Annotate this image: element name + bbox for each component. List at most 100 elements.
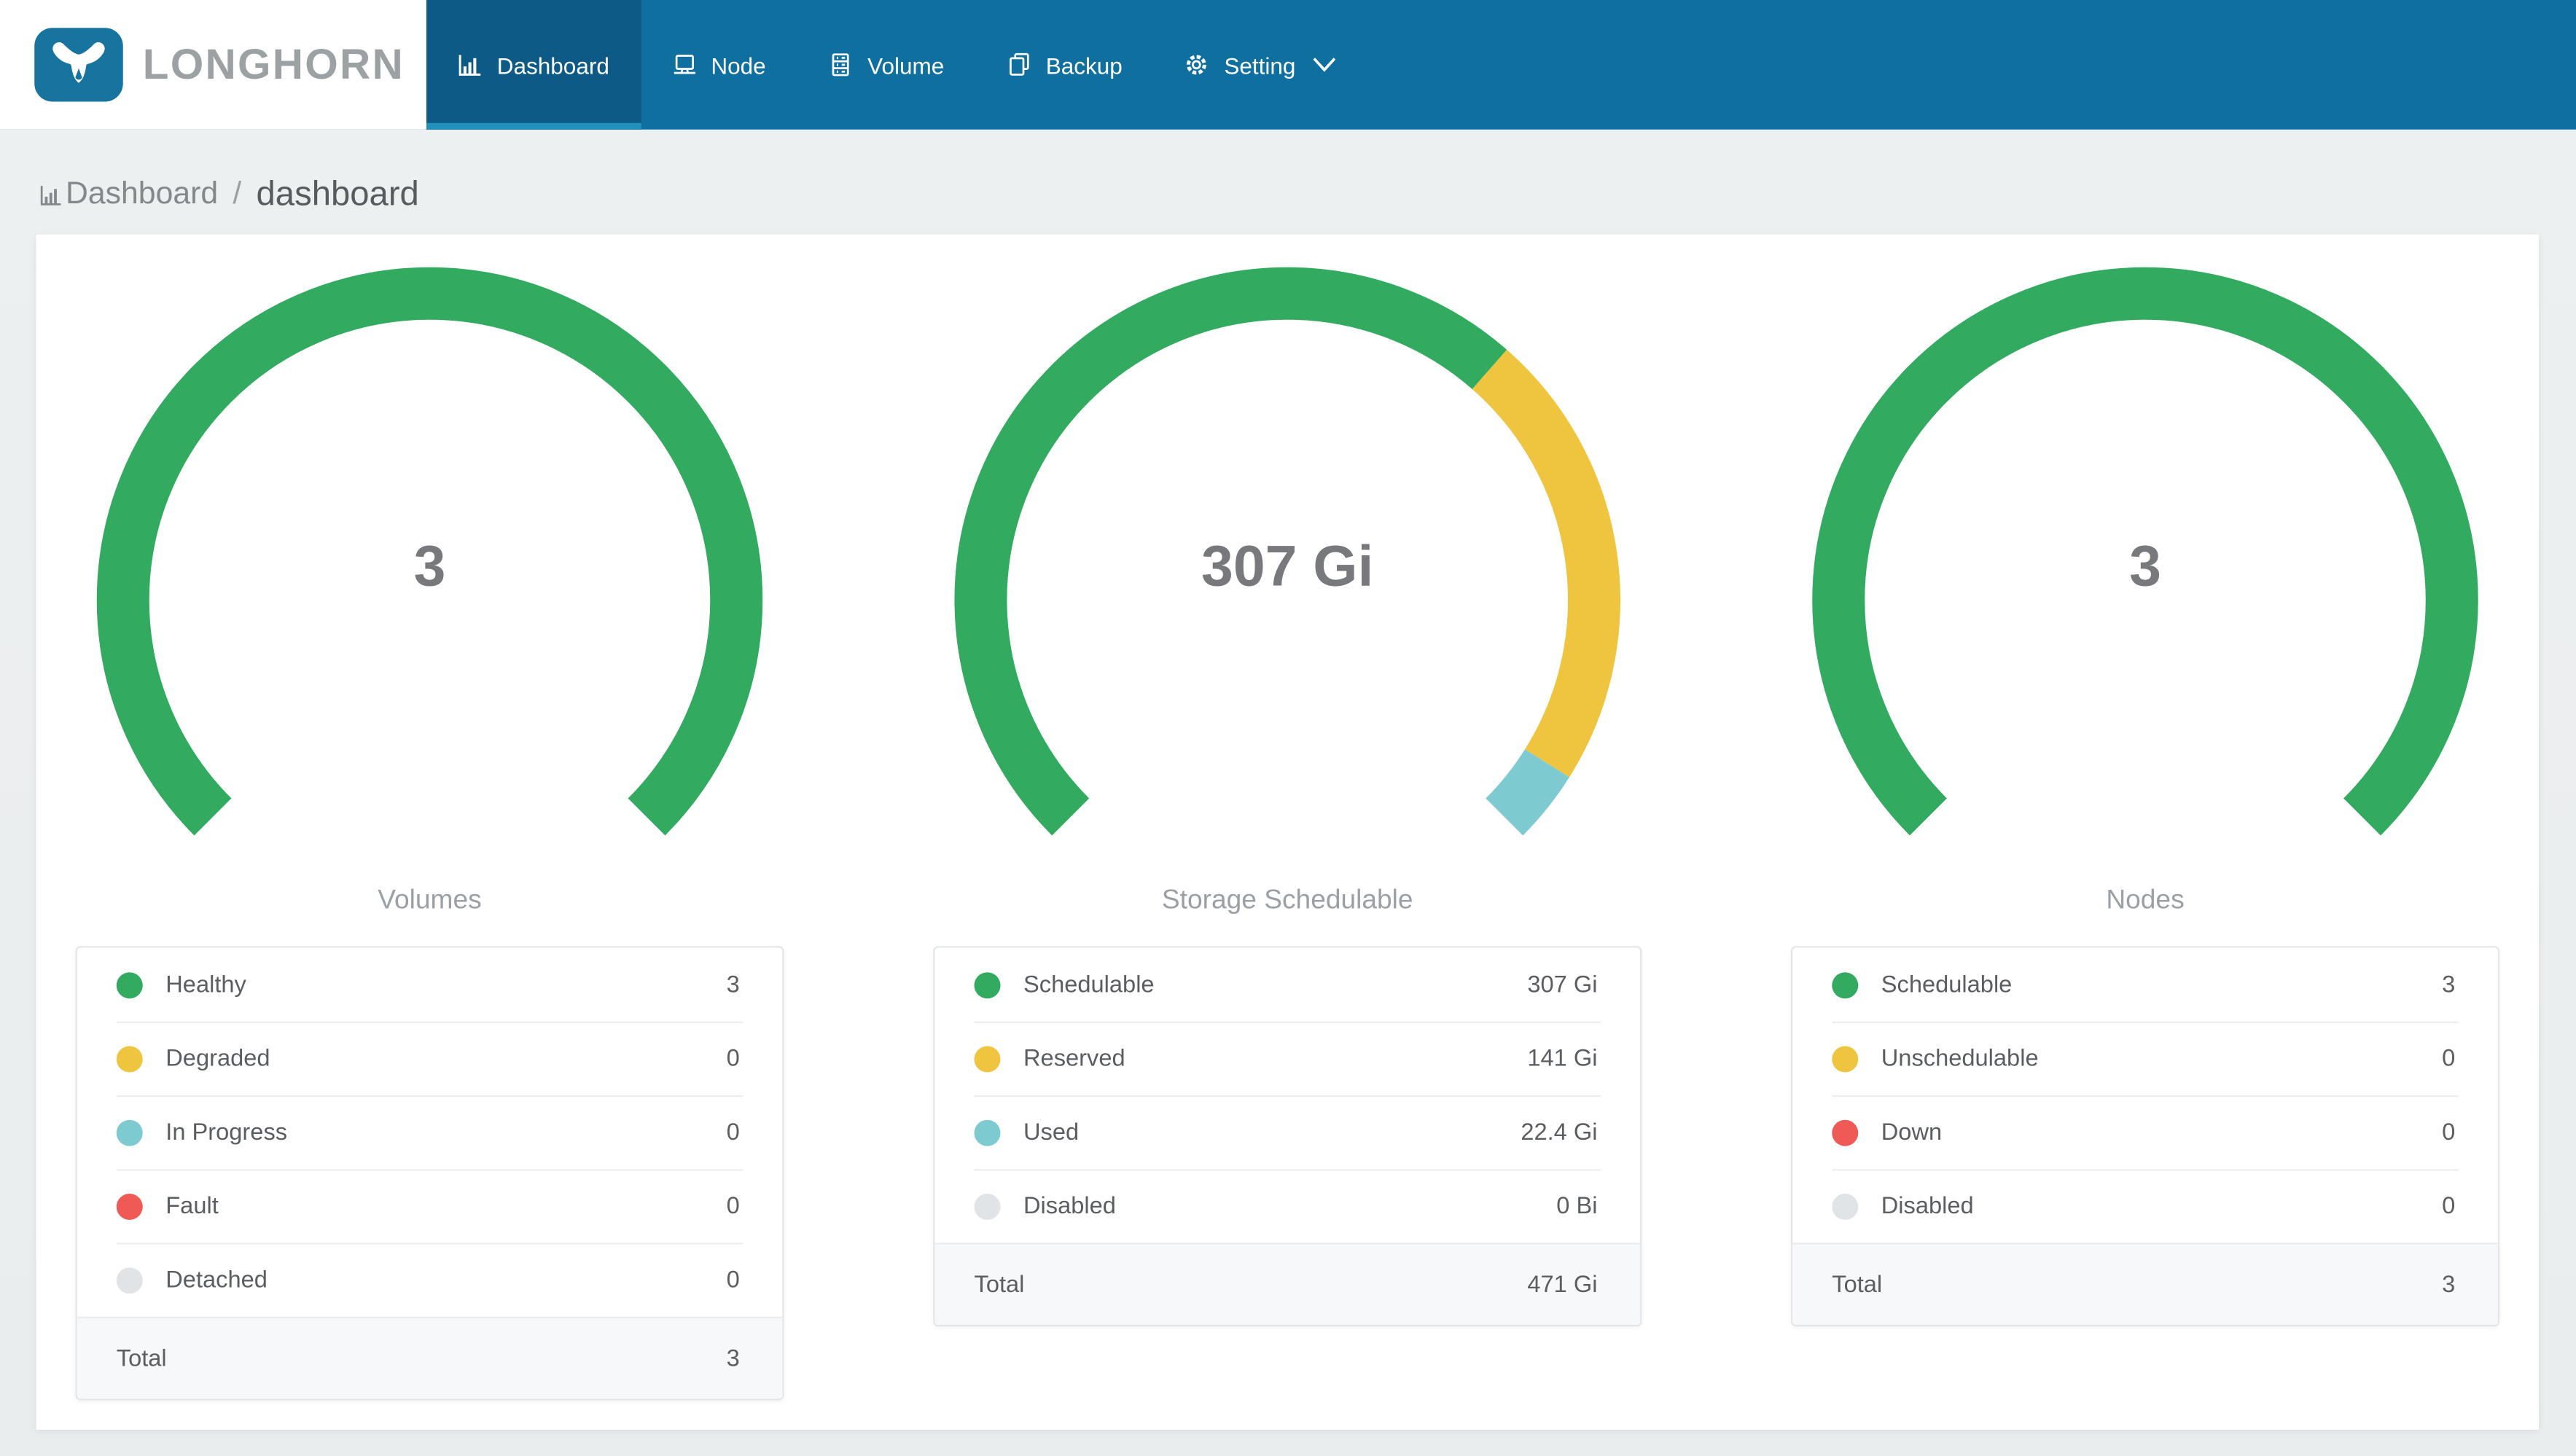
server-stack-icon xyxy=(832,53,849,77)
nav-item-node[interactable]: Node xyxy=(641,0,797,130)
chevron-down-icon xyxy=(1313,58,1336,72)
legend-value: 0 xyxy=(2442,1119,2456,1146)
legend-dot xyxy=(974,971,1001,998)
table-row[interactable]: Disabled 0 xyxy=(1792,1169,2498,1242)
legend-value: 0 xyxy=(726,1267,740,1293)
volumes-legend-table: Healthy 3 Degraded 0 In Progress 0 Fault… xyxy=(75,946,784,1401)
legend-value: 0 xyxy=(726,1119,740,1146)
volumes-panel: 3 Volumes Healthy 3 Degraded 0 In Progre… xyxy=(75,267,784,1401)
legend-dot xyxy=(116,1267,143,1293)
storage-panel: 307 Gi Storage Schedulable Schedulable 3… xyxy=(933,267,1642,1397)
table-row[interactable]: Used 22.4 Gi xyxy=(935,1095,1641,1169)
longhorn-bull-icon xyxy=(34,28,123,102)
legend-value: 0 xyxy=(726,1192,740,1219)
table-row[interactable]: Unschedulable 0 xyxy=(1792,1021,2498,1095)
legend-label[interactable]: Degraded xyxy=(165,1045,270,1071)
legend-dot xyxy=(974,1192,1001,1219)
legend-value: 3 xyxy=(726,971,740,998)
gauge-center-value: 307 Gi xyxy=(1201,534,1374,599)
table-total-row: Total 3 xyxy=(1792,1242,2498,1325)
gauge-center-label: Storage Schedulable xyxy=(1161,885,1413,915)
legend-value: 141 Gi xyxy=(1527,1045,1598,1072)
storage-legend-table: Schedulable 307 Gi Reserved 141 Gi Used … xyxy=(933,946,1642,1327)
bar-chart-icon xyxy=(40,185,61,205)
legend-value: 3 xyxy=(2442,971,2456,998)
table-total-row: Total 471 Gi xyxy=(934,1242,1640,1325)
total-label: Total xyxy=(116,1345,167,1372)
legend-label[interactable]: Unschedulable xyxy=(1881,1045,2039,1071)
volumes-gauge: 3 Volumes xyxy=(76,267,784,946)
table-row[interactable]: Reserved 141 Gi xyxy=(935,1021,1641,1095)
legend-label[interactable]: In Progress xyxy=(165,1119,287,1146)
legend-value: 0 xyxy=(2442,1045,2456,1072)
nav-item-backup[interactable]: Backup xyxy=(975,0,1154,130)
nav-item-label: Node xyxy=(711,51,766,78)
table-row[interactable]: In Progress 0 xyxy=(77,1095,783,1169)
gauge-center-label: Volumes xyxy=(378,885,482,915)
nav-item-setting[interactable]: Setting xyxy=(1154,0,1368,130)
table-row[interactable]: Disabled 0 Bi xyxy=(935,1169,1641,1242)
bar-chart-icon xyxy=(458,55,481,76)
legend-value: 0 xyxy=(726,1045,740,1072)
legend-dot xyxy=(974,1045,1001,1072)
app: LONGHORN Dashboard Node Volume Backup Se… xyxy=(0,0,2576,1456)
legend-label[interactable]: Schedulable xyxy=(1881,971,2013,998)
legend-dot xyxy=(1832,1119,1859,1146)
nav-item-dashboard[interactable]: Dashboard xyxy=(426,0,641,130)
breadcrumb-current-page: dashboard xyxy=(256,174,419,213)
nav-item-label: Volume xyxy=(867,51,945,78)
legend-dot xyxy=(116,1045,143,1072)
legend-dot xyxy=(1832,971,1859,998)
table-row[interactable]: Degraded 0 xyxy=(77,1021,783,1095)
total-label: Total xyxy=(974,1271,1025,1298)
table-row[interactable]: Healthy 3 xyxy=(77,948,783,1022)
legend-label[interactable]: Healthy xyxy=(165,971,246,998)
legend-label[interactable]: Used xyxy=(1023,1119,1079,1146)
nav-item-label: Setting xyxy=(1224,51,1296,78)
total-value: 471 Gi xyxy=(1527,1271,1598,1298)
legend-label[interactable]: Detached xyxy=(165,1267,268,1293)
storage-gauge: 307 Gi Storage Schedulable xyxy=(933,267,1642,946)
nav-item-volume[interactable]: Volume xyxy=(797,0,975,130)
breadcrumb: Dashboard / dashboard xyxy=(0,130,2576,213)
table-total-row: Total 3 xyxy=(77,1316,783,1399)
legend-label[interactable]: Reserved xyxy=(1023,1045,1125,1071)
legend-dot xyxy=(116,1192,143,1219)
legend-dot xyxy=(1832,1192,1859,1219)
brand-logo[interactable]: LONGHORN xyxy=(0,0,426,130)
legend-value: 22.4 Gi xyxy=(1521,1119,1598,1146)
legend-label[interactable]: Schedulable xyxy=(1023,971,1155,998)
table-row[interactable]: Fault 0 xyxy=(77,1169,783,1242)
total-label: Total xyxy=(1832,1271,1883,1298)
nodes-gauge: 3 Nodes xyxy=(1791,267,2499,946)
legend-label[interactable]: Disabled xyxy=(1881,1193,1974,1219)
gauge-center-value: 3 xyxy=(2129,534,2161,599)
table-row[interactable]: Detached 0 xyxy=(77,1242,783,1317)
copy-icon xyxy=(1009,52,1029,76)
legend-value: 0 xyxy=(2442,1192,2456,1219)
legend-label[interactable]: Disabled xyxy=(1023,1193,1116,1219)
breadcrumb-section[interactable]: Dashboard xyxy=(66,176,218,213)
top-navbar: LONGHORN Dashboard Node Volume Backup Se… xyxy=(0,0,2576,130)
gauge-center-value: 3 xyxy=(413,534,446,599)
legend-label[interactable]: Fault xyxy=(165,1193,219,1219)
table-row[interactable]: Schedulable 3 xyxy=(1792,948,2498,1022)
legend-label[interactable]: Down xyxy=(1881,1119,1942,1146)
nav-item-label: Backup xyxy=(1045,51,1123,78)
breadcrumb-separator: / xyxy=(233,176,242,211)
nav-menu: Dashboard Node Volume Backup Setting xyxy=(426,0,1367,130)
nav-item-label: Dashboard xyxy=(496,51,609,78)
gear-icon xyxy=(1187,55,1207,75)
legend-value: 0 Bi xyxy=(1556,1192,1598,1219)
legend-value: 307 Gi xyxy=(1527,971,1598,998)
dashboard-card: 3 Volumes Healthy 3 Degraded 0 In Progre… xyxy=(36,234,2539,1430)
total-value: 3 xyxy=(2442,1271,2456,1298)
gauge-center-label: Nodes xyxy=(2106,885,2185,915)
legend-dot xyxy=(116,971,143,998)
nodes-legend-table: Schedulable 3 Unschedulable 0 Down 0 Dis… xyxy=(1791,946,2499,1327)
legend-dot xyxy=(1832,1045,1859,1072)
nodes-panel: 3 Nodes Schedulable 3 Unschedulable 0 Do… xyxy=(1791,267,2499,1397)
table-row[interactable]: Schedulable 307 Gi xyxy=(935,948,1641,1022)
laptop-icon xyxy=(673,55,695,74)
table-row[interactable]: Down 0 xyxy=(1792,1095,2498,1169)
